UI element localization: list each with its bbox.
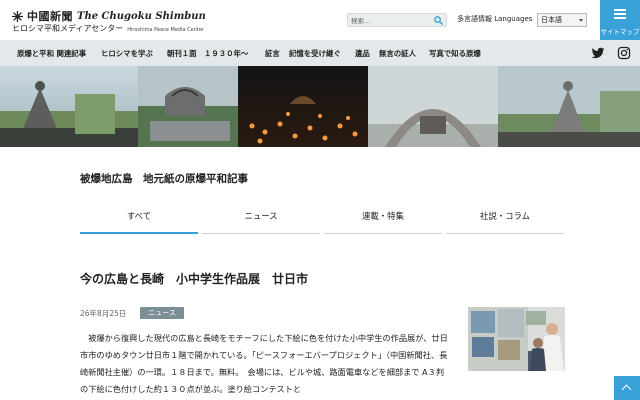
tab-editorial[interactable]: 社説・コラム (446, 206, 564, 234)
site-header: 中國新聞 The Chugoku Shimbun ヒロシマ平和メディアセンター … (0, 0, 640, 40)
instagram-icon[interactable] (617, 46, 631, 60)
subtitle-en: Hiroshima Peace Media Center (127, 27, 204, 33)
article-title: 今の広島と長崎 小中学生作品展 廿日市 (80, 272, 309, 286)
search-icon[interactable] (433, 15, 444, 26)
article-photo[interactable] (468, 307, 565, 371)
category-tabs: すべて ニュース 連載・特集 社説・コラム (80, 206, 565, 234)
nav-item-related-articles[interactable]: 原爆と平和 関連記事 (17, 48, 86, 59)
sitemap-button[interactable]: サイトマップ (600, 0, 640, 40)
nav-item-photos[interactable]: 写真で知る原爆 (429, 48, 481, 59)
section-title: 被爆地広島 地元紙の原爆平和記事 (80, 173, 248, 185)
article-date: 26年8月25日 (80, 309, 127, 318)
search-box (347, 13, 447, 27)
sitemap-label: サイトマップ (600, 28, 640, 36)
article-photo-image (468, 307, 565, 371)
hero-photo-collage (0, 66, 640, 147)
article-body: 被爆から復興した現代の広島と長崎をモチーフにした下絵に色を付けた小中学生の作品展… (80, 333, 448, 394)
category-badge[interactable]: ニュース (140, 307, 184, 319)
logo-text-en: The Chugoku Shimbun (77, 10, 206, 22)
language-select[interactable]: 日本語 (537, 13, 587, 27)
nav-item-learn[interactable]: ヒロシマを学ぶ (101, 48, 153, 59)
chevron-down-icon (579, 19, 583, 22)
subtitle-jp: ヒロシマ平和メディアセンター (12, 24, 124, 33)
nav-item-relics[interactable]: 遺品 (355, 48, 370, 59)
nav-item-testimony[interactable]: 証言 (265, 48, 280, 59)
language-label: 多言語情報 Languages (457, 15, 533, 23)
chevron-up-icon (621, 384, 632, 395)
hero-banner (0, 66, 640, 147)
scroll-to-top-button[interactable] (614, 376, 640, 400)
hamburger-icon (614, 9, 626, 19)
site-logo[interactable]: 中國新聞 The Chugoku Shimbun (12, 8, 206, 24)
tab-all[interactable]: すべて (80, 206, 198, 234)
tab-news[interactable]: ニュース (202, 206, 320, 234)
site-subtitle: ヒロシマ平和メディアセンター Hiroshima Peace Media Cen… (12, 23, 204, 34)
logo-emblem-icon (12, 10, 23, 22)
twitter-icon[interactable] (591, 46, 605, 60)
logo-text-jp: 中國新聞 (27, 10, 73, 23)
nav-item-front-page[interactable]: 朝刊１面 １９３０年〜 (167, 48, 248, 59)
nav-item-silent-witness[interactable]: 無言の証人 (379, 48, 416, 59)
nav-item-memory[interactable]: 記憶を受け継ぐ (289, 48, 341, 59)
tab-series[interactable]: 連載・特集 (324, 206, 442, 234)
language-selected-value: 日本語 (541, 16, 562, 24)
main-nav: 原爆と平和 関連記事 ヒロシマを学ぶ 朝刊１面 １９３０年〜 証言 記憶を受け継… (0, 40, 640, 66)
search-input[interactable] (351, 15, 431, 26)
